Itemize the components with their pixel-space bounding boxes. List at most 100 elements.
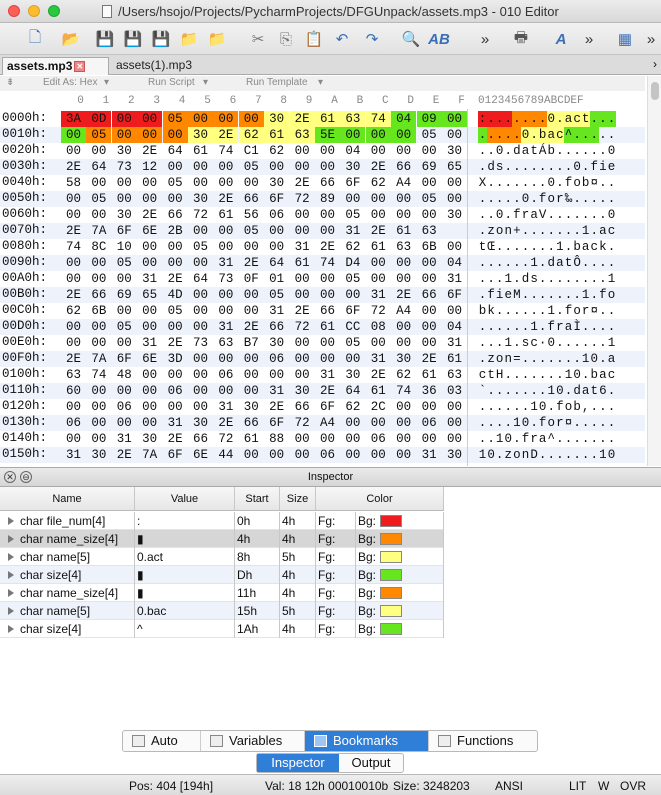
hex-row[interactable]: 0000h: 3A 0D 00 00 05 00 00 00 30 2E 61 63 74 04 09 00:.… bbox=[0, 111, 645, 127]
hex-byte[interactable]: 00 bbox=[366, 207, 391, 223]
hex-row[interactable]: 00C0h: 62 6B 00 00 05 00 00 00 31 2E 66 6F 72 A4 00 00 b k… bbox=[0, 303, 645, 319]
hex-byte[interactable]: 2E bbox=[417, 351, 442, 367]
hex-byte[interactable]: 00 bbox=[162, 127, 188, 143]
hex-byte[interactable]: D4 bbox=[340, 255, 365, 271]
hex-byte[interactable]: 31 bbox=[61, 447, 86, 463]
hex-byte[interactable]: 63 bbox=[340, 111, 366, 127]
hex-byte[interactable]: 00 bbox=[391, 207, 416, 223]
hex-byte[interactable]: 00 bbox=[366, 447, 391, 463]
hex-byte[interactable]: 00 bbox=[61, 127, 86, 143]
hex-byte[interactable]: 06 bbox=[163, 383, 188, 399]
color-swatch[interactable] bbox=[380, 533, 403, 545]
hex-byte[interactable]: 05 bbox=[86, 127, 112, 143]
hex-byte[interactable]: 31 bbox=[340, 223, 365, 239]
status-ovr[interactable]: OVR bbox=[620, 779, 646, 793]
tab-inspector[interactable]: Inspector bbox=[257, 754, 339, 772]
hex-byte[interactable]: 61 bbox=[315, 319, 340, 335]
hex-byte[interactable]: 74 bbox=[391, 383, 416, 399]
hex-byte[interactable]: 56 bbox=[239, 207, 264, 223]
hex-byte[interactable]: 00 bbox=[315, 143, 340, 159]
hex-byte[interactable]: 72 bbox=[290, 191, 315, 207]
hex-byte[interactable]: 00 bbox=[290, 431, 315, 447]
hex-row[interactable]: 00A0h: 00 00 00 31 2E 64 73 0F 01 00 00 05 00 00 00 31..… bbox=[0, 271, 645, 287]
hex-byte[interactable]: 30 bbox=[340, 367, 365, 383]
hex-byte[interactable]: 30 bbox=[86, 447, 111, 463]
hex-byte[interactable]: 48 bbox=[112, 367, 137, 383]
hex-byte[interactable]: 31 bbox=[442, 271, 467, 287]
hex-byte[interactable]: 2C bbox=[366, 399, 391, 415]
hex-byte[interactable]: 00 bbox=[391, 127, 417, 143]
replace-icon[interactable]: AB bbox=[428, 28, 450, 50]
hex-byte[interactable]: 00 bbox=[290, 447, 315, 463]
hex-byte[interactable]: 06 bbox=[417, 415, 442, 431]
hex-byte[interactable]: C1 bbox=[239, 143, 264, 159]
hex-byte[interactable]: 06 bbox=[264, 207, 289, 223]
hex-editor[interactable]: 0123456789ABCDEF 0123456789ABCDEF 0000h:… bbox=[0, 91, 645, 466]
hex-byte[interactable]: 00 bbox=[163, 367, 188, 383]
hex-byte[interactable]: 58 bbox=[61, 175, 86, 191]
hex-byte[interactable]: 00 bbox=[213, 159, 238, 175]
hex-byte[interactable]: 62 bbox=[340, 399, 365, 415]
hex-byte[interactable]: 00 bbox=[391, 447, 416, 463]
hex-byte[interactable]: 00 bbox=[213, 111, 239, 127]
hex-byte[interactable]: 66 bbox=[86, 287, 111, 303]
hex-row[interactable]: 0050h: 00 05 00 00 00 30 2E 66 6F 72 89 00 00 00 05 00..… bbox=[0, 191, 645, 207]
hex-byte[interactable]: 00 bbox=[417, 143, 442, 159]
hex-byte[interactable]: 6E bbox=[137, 223, 162, 239]
hex-byte[interactable]: 00 bbox=[417, 319, 442, 335]
hex-byte[interactable]: 63 bbox=[442, 367, 467, 383]
hex-byte[interactable]: 31 bbox=[315, 367, 340, 383]
hex-byte[interactable]: A4 bbox=[315, 415, 340, 431]
hex-byte[interactable]: 00 bbox=[61, 335, 86, 351]
hex-byte[interactable]: 30 bbox=[442, 447, 467, 463]
hex-byte[interactable]: 66 bbox=[315, 175, 340, 191]
hex-byte[interactable]: 00 bbox=[188, 383, 213, 399]
hex-row[interactable]: 0030h: 2E 64 73 12 00 00 00 05 00 00 00 30 2E 66 69 65. d… bbox=[0, 159, 645, 175]
ascii-char[interactable]: 0 bbox=[607, 207, 616, 223]
hex-byte[interactable]: 31 bbox=[213, 399, 238, 415]
hex-byte[interactable]: 66 bbox=[188, 431, 213, 447]
hex-byte[interactable]: 2E bbox=[163, 335, 188, 351]
hex-byte[interactable]: 64 bbox=[163, 143, 188, 159]
hex-byte[interactable]: 89 bbox=[315, 191, 340, 207]
ascii-char[interactable]: . bbox=[607, 399, 616, 415]
inspector-row[interactable]: char name[5] 0.act 8h 5h Fg: Bg: bbox=[0, 548, 444, 566]
ascii-char[interactable]: . bbox=[607, 111, 616, 127]
font-icon[interactable]: A bbox=[550, 28, 572, 50]
hex-byte[interactable]: 04 bbox=[391, 111, 417, 127]
hex-byte[interactable]: 63 bbox=[391, 239, 416, 255]
hex-byte[interactable]: 74 bbox=[213, 143, 238, 159]
hex-byte[interactable]: 00 bbox=[417, 335, 442, 351]
ascii-char[interactable]: . bbox=[607, 127, 616, 143]
hex-byte[interactable]: 6F bbox=[315, 399, 340, 415]
hex-byte[interactable]: 00 bbox=[239, 287, 264, 303]
hex-byte[interactable]: 00 bbox=[442, 127, 467, 143]
hex-byte[interactable]: 73 bbox=[112, 159, 137, 175]
hex-byte[interactable]: 00 bbox=[188, 367, 213, 383]
hex-byte[interactable]: 00 bbox=[340, 127, 366, 143]
hex-byte[interactable]: 00 bbox=[188, 255, 213, 271]
hex-byte[interactable]: 00 bbox=[340, 431, 365, 447]
hex-byte[interactable]: 00 bbox=[290, 271, 315, 287]
hex-byte[interactable]: 00 bbox=[340, 447, 365, 463]
hex-byte[interactable]: 6F bbox=[264, 191, 289, 207]
hex-byte[interactable]: A4 bbox=[391, 175, 416, 191]
ascii-char[interactable]: . bbox=[607, 239, 616, 255]
hex-byte[interactable]: 31 bbox=[264, 303, 289, 319]
hex-byte[interactable]: 00 bbox=[264, 159, 289, 175]
calculator-icon[interactable]: ▦ bbox=[614, 28, 636, 50]
hex-byte[interactable]: 00 bbox=[391, 191, 416, 207]
hex-byte[interactable]: 05 bbox=[417, 191, 442, 207]
hex-byte[interactable]: 00 bbox=[315, 223, 340, 239]
hex-byte[interactable]: 00 bbox=[417, 271, 442, 287]
hex-byte[interactable]: 6E bbox=[188, 447, 213, 463]
hex-byte[interactable]: 00 bbox=[264, 367, 289, 383]
hex-byte[interactable]: 06 bbox=[61, 415, 86, 431]
hex-byte[interactable]: 30 bbox=[188, 191, 213, 207]
hex-byte[interactable]: 31 bbox=[137, 335, 162, 351]
status-lit[interactable]: LIT bbox=[569, 779, 586, 793]
hex-byte[interactable]: 00 bbox=[264, 447, 289, 463]
hex-byte[interactable]: 31 bbox=[213, 319, 238, 335]
hex-byte[interactable]: 00 bbox=[163, 255, 188, 271]
hex-byte[interactable]: 60 bbox=[61, 383, 86, 399]
